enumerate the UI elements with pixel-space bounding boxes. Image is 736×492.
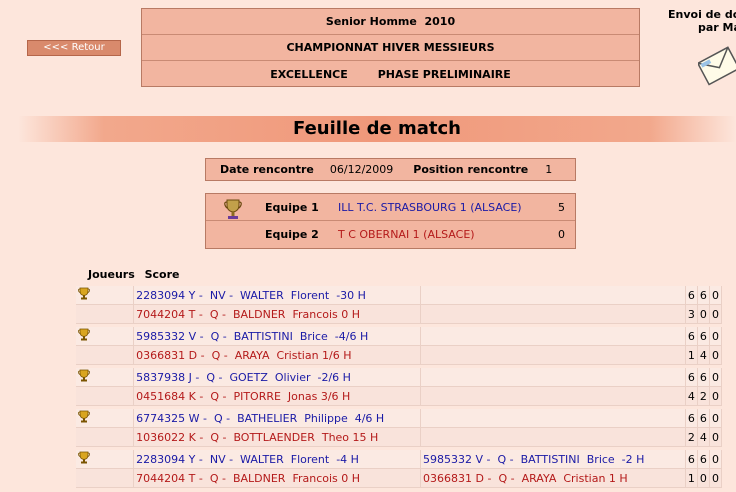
set-score: 0 xyxy=(709,286,722,305)
set-score: 4 xyxy=(697,346,710,365)
set-score: 0 xyxy=(709,327,722,346)
set-score: 6 xyxy=(697,409,710,428)
team-name[interactable]: ILL T.C. STRASBOURG 1 (ALSACE) xyxy=(338,201,522,214)
team-label: Equipe 1 xyxy=(265,200,319,214)
match-row-loser: 0366831 D - Q - ARAYA Cristian 1/6 H 140 xyxy=(76,346,722,365)
send-label-1: Envoi de do xyxy=(668,8,736,21)
team-row: Equipe 1 ILL T.C. STRASBOURG 1 (ALSACE) … xyxy=(206,194,575,221)
division-row: EXCELLENCE PHASE PRELIMINAIRE xyxy=(142,61,639,87)
winner-partner[interactable] xyxy=(421,327,686,346)
players-column-label: Joueurs xyxy=(88,268,135,281)
match-row-loser: 0451684 K - Q - PITORRE Jonas 3/6 H 420 xyxy=(76,387,722,406)
loser-player[interactable]: 0451684 K - Q - PITORRE Jonas 3/6 H xyxy=(134,387,422,406)
winner-trophy-icon xyxy=(78,369,90,385)
winner-player[interactable]: 2283094 Y - NV - WALTER Florent -4 H xyxy=(134,450,422,469)
loser-partner[interactable] xyxy=(421,428,686,447)
set-score: 6 xyxy=(685,368,698,387)
team-row: Equipe 2 T C OBERNAI 1 (ALSACE) 0 xyxy=(206,221,575,248)
championship-row: CHAMPIONNAT HIVER MESSIEURS xyxy=(142,35,639,61)
match-row-winner: 2283094 Y - NV - WALTER Florent -30 H 660 xyxy=(76,286,722,305)
set-score: 2 xyxy=(697,387,710,406)
team-label: Equipe 2 xyxy=(265,228,319,241)
set-score: 2 xyxy=(685,428,698,447)
set-score: 0 xyxy=(697,469,710,488)
winner-trophy-icon xyxy=(78,328,90,344)
championship-label: CHAMPIONNAT HIVER MESSIEURS xyxy=(286,41,495,54)
score-column-label: Score xyxy=(144,268,180,281)
position-value: 1 xyxy=(545,163,553,176)
match-row-loser: 7044204 T - Q - BALDNER Francois 0 H 0366… xyxy=(76,469,722,488)
matches-table: 2283094 Y - NV - WALTER Florent -30 H660… xyxy=(76,286,722,488)
match-row-winner: 5837938 J - Q - GOETZ Olivier -2/6 H 660 xyxy=(76,368,722,387)
loser-player[interactable]: 0366831 D - Q - ARAYA Cristian 1/6 H xyxy=(134,346,422,365)
winner-trophy-icon xyxy=(78,451,90,467)
loser-partner[interactable] xyxy=(421,387,686,406)
set-score: 0 xyxy=(709,469,722,488)
set-score: 3 xyxy=(685,305,698,324)
winner-player[interactable]: 6774325 W - Q - BATHELIER Philippe 4/6 H xyxy=(134,409,422,428)
category-label: Senior Homme 2010 xyxy=(325,15,456,28)
winner-partner[interactable] xyxy=(421,286,686,305)
winner-partner[interactable] xyxy=(421,409,686,428)
set-score: 4 xyxy=(697,428,710,447)
winner-player[interactable]: 2283094 Y - NV - WALTER Florent -30 H xyxy=(134,286,422,305)
set-score: 0 xyxy=(709,387,722,406)
set-score: 0 xyxy=(709,409,722,428)
match-row-loser: 7044204 T - Q - BALDNER Francois 0 H 300 xyxy=(76,305,722,324)
columns-header: Joueurs Score xyxy=(88,268,179,281)
send-by-mail-link[interactable]: Envoi de do par Ma xyxy=(660,8,736,98)
set-score: 0 xyxy=(709,428,722,447)
loser-partner[interactable] xyxy=(421,346,686,365)
winner-partner[interactable] xyxy=(421,368,686,387)
set-score: 6 xyxy=(697,327,710,346)
loser-player[interactable]: 7044204 T - Q - BALDNER Francois 0 H xyxy=(134,469,422,488)
phase-label: PHASE PRELIMINAIRE xyxy=(377,67,511,81)
team-name[interactable]: T C OBERNAI 1 (ALSACE) xyxy=(338,228,475,241)
category-row: Senior Homme 2010 xyxy=(142,9,639,35)
set-score: 6 xyxy=(685,286,698,305)
set-score: 1 xyxy=(685,469,698,488)
match-row-winner: 6774325 W - Q - BATHELIER Philippe 4/6 H… xyxy=(76,409,722,428)
match-date-box: Date rencontre 06/12/2009 Position renco… xyxy=(205,158,576,181)
position-label: Position rencontre xyxy=(413,163,529,176)
set-score: 6 xyxy=(685,327,698,346)
envelope-icon[interactable] xyxy=(698,42,736,88)
date-label: Date rencontre xyxy=(220,163,314,176)
page-title: Feuille de match xyxy=(18,116,736,142)
set-score: 4 xyxy=(685,387,698,406)
winner-trophy-icon xyxy=(78,410,90,426)
set-score: 6 xyxy=(685,409,698,428)
loser-player[interactable]: 7044204 T - Q - BALDNER Francois 0 H xyxy=(134,305,422,324)
winner-partner[interactable]: 5985332 V - Q - BATTISTINI Brice -2 H xyxy=(421,450,686,469)
set-score: 0 xyxy=(697,305,710,324)
set-score: 6 xyxy=(697,286,710,305)
set-score: 6 xyxy=(697,368,710,387)
competition-info: Senior Homme 2010 CHAMPIONNAT HIVER MESS… xyxy=(141,8,640,87)
set-score: 0 xyxy=(709,346,722,365)
teams-box: Equipe 1 ILL T.C. STRASBOURG 1 (ALSACE) … xyxy=(205,193,576,249)
winner-player[interactable]: 5837938 J - Q - GOETZ Olivier -2/6 H xyxy=(134,368,422,387)
team-score: 0 xyxy=(558,228,565,241)
match-row-winner: 5985332 V - Q - BATTISTINI Brice -4/6 H 6… xyxy=(76,327,722,346)
send-label-2: par Ma xyxy=(698,21,736,34)
winner-player[interactable]: 5985332 V - Q - BATTISTINI Brice -4/6 H xyxy=(134,327,422,346)
match-row-winner: 2283094 Y - NV - WALTER Florent -4 H 5985… xyxy=(76,450,722,469)
loser-partner[interactable]: 0366831 D - Q - ARAYA Cristian 1 H xyxy=(421,469,686,488)
team-score: 5 xyxy=(558,200,565,214)
loser-player[interactable]: 1036022 K - Q - BOTTLAENDER Theo 15 H xyxy=(134,428,422,447)
division-label: EXCELLENCE xyxy=(270,67,348,81)
winner-trophy-icon xyxy=(78,287,90,303)
date-value: 06/12/2009 xyxy=(329,163,394,176)
set-score: 0 xyxy=(709,368,722,387)
loser-partner[interactable] xyxy=(421,305,686,324)
set-score: 6 xyxy=(697,450,710,469)
set-score: 0 xyxy=(709,450,722,469)
set-score: 6 xyxy=(685,450,698,469)
match-row-loser: 1036022 K - Q - BOTTLAENDER Theo 15 H 240 xyxy=(76,428,722,447)
back-button[interactable]: <<< Retour xyxy=(27,40,121,56)
trophy-icon xyxy=(224,199,242,219)
set-score: 0 xyxy=(709,305,722,324)
set-score: 1 xyxy=(685,346,698,365)
